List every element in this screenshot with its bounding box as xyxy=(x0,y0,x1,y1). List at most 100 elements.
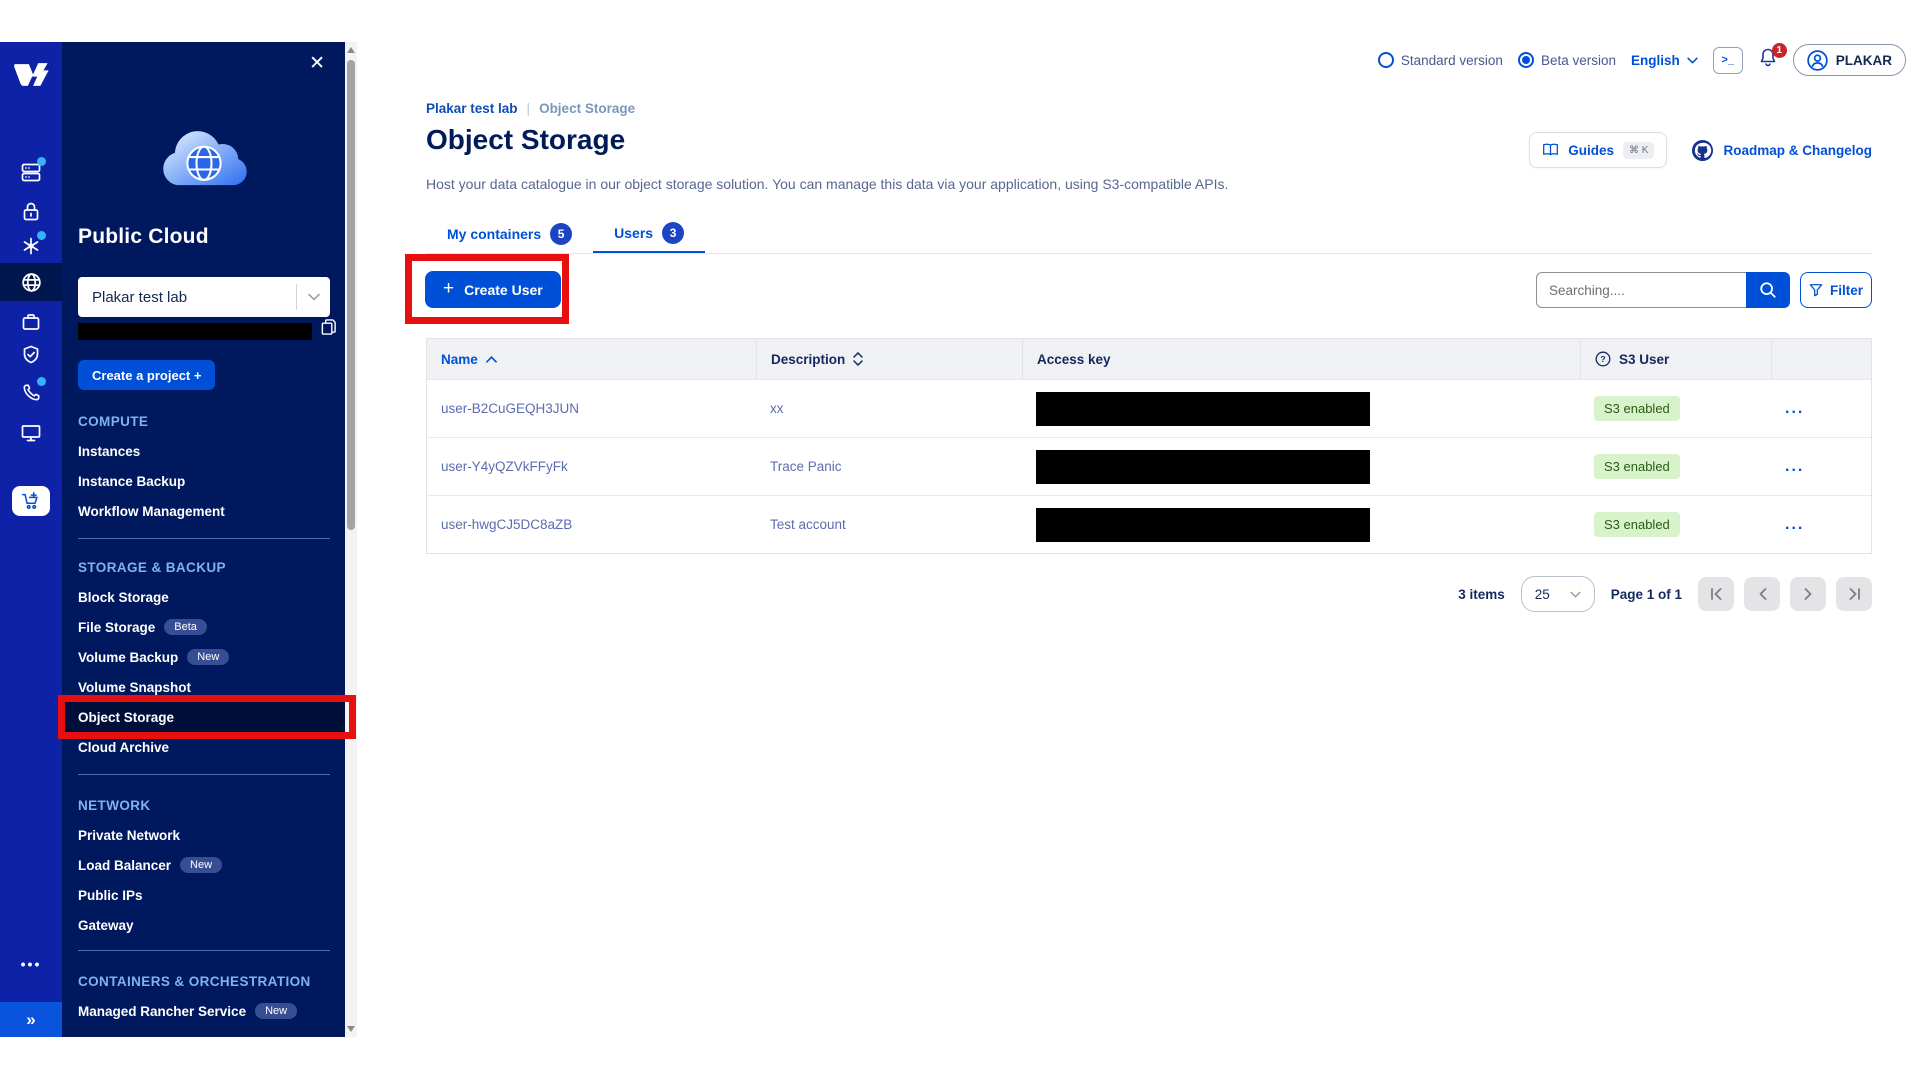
page-size-select[interactable]: 25 xyxy=(1521,576,1595,612)
billing-icon[interactable] xyxy=(0,153,62,191)
create-project-button[interactable]: Create a project + xyxy=(78,360,215,390)
create-user-button[interactable]: + Create User xyxy=(425,271,561,308)
filter-label: Filter xyxy=(1830,283,1863,298)
sidebar-item-gateway[interactable]: Gateway xyxy=(62,910,345,940)
s3-enabled-badge: S3 enabled xyxy=(1594,512,1680,537)
sidebar-item-label: Managed Rancher Service xyxy=(78,1004,246,1019)
sidebar-item-workflow-management[interactable]: Workflow Management xyxy=(62,496,345,526)
language-selector[interactable]: English xyxy=(1631,53,1698,68)
search-button[interactable] xyxy=(1746,272,1790,308)
shield-check-icon[interactable] xyxy=(0,336,62,374)
github-icon xyxy=(1691,139,1714,162)
divider xyxy=(78,538,330,539)
notifications-button[interactable]: 1 xyxy=(1758,47,1778,73)
rail-more-icon[interactable]: ••• xyxy=(0,954,62,974)
monitor-icon[interactable] xyxy=(0,414,62,452)
users-table: Name Description Access key ? S3 User us… xyxy=(426,338,1872,554)
column-header-name[interactable]: Name xyxy=(427,339,756,379)
chevron-left-icon xyxy=(1758,588,1767,600)
beta-version-radio[interactable]: Beta version xyxy=(1518,52,1616,68)
radio-label: Standard version xyxy=(1401,53,1503,68)
sidebar-item-volume-backup[interactable]: Volume BackupNew xyxy=(62,642,345,672)
section-title: NETWORK xyxy=(62,790,345,820)
column-label: Access key xyxy=(1037,352,1111,367)
sidebar-item-private-network[interactable]: Private Network xyxy=(62,820,345,850)
next-page-button[interactable] xyxy=(1790,577,1826,611)
project-selector[interactable]: Plakar test lab xyxy=(78,277,330,317)
tab-label: Users xyxy=(614,225,653,241)
sidebar-close-icon[interactable]: ✕ xyxy=(309,52,325,75)
sidebar-item-load-balancer[interactable]: Load BalancerNew xyxy=(62,850,345,880)
scroll-down-arrow[interactable] xyxy=(347,1026,355,1032)
sidebar-item-label: Workflow Management xyxy=(78,504,225,519)
page-size-value: 25 xyxy=(1535,587,1550,602)
radio-checked-icon xyxy=(1518,52,1534,68)
table-row[interactable]: user-B2CuGEQH3JUN xx S3 enabled ... xyxy=(427,379,1871,437)
sidebar-item-file-storage[interactable]: File StorageBeta xyxy=(62,612,345,642)
search-input[interactable] xyxy=(1536,272,1746,308)
s3-enabled-badge: S3 enabled xyxy=(1594,454,1680,479)
sidebar-scrollbar[interactable] xyxy=(345,42,357,1037)
guides-button[interactable]: Guides ⌘ K xyxy=(1529,132,1667,168)
sort-both-icon xyxy=(853,352,863,366)
column-header-description[interactable]: Description xyxy=(756,339,1022,379)
table-row[interactable]: user-Y4yQZVkFFyFk Trace Panic S3 enabled… xyxy=(427,437,1871,495)
scroll-up-arrow[interactable] xyxy=(347,47,355,53)
new-badge: New xyxy=(187,649,229,665)
sidebar-item-object-storage[interactable]: Object Storage xyxy=(62,702,345,732)
row-actions-menu[interactable]: ... xyxy=(1771,463,1871,471)
prev-page-button[interactable] xyxy=(1744,577,1780,611)
cell-name[interactable]: user-Y4yQZVkFFyFk xyxy=(427,459,756,474)
tab-users[interactable]: Users 3 xyxy=(593,214,705,253)
account-label: PLAKAR xyxy=(1836,53,1892,68)
sidebar-item-label: Volume Snapshot xyxy=(78,680,191,695)
last-page-button[interactable] xyxy=(1836,577,1872,611)
network-hub-icon[interactable] xyxy=(0,227,62,265)
sidebar-item-instance-backup[interactable]: Instance Backup xyxy=(62,466,345,496)
tab-count-badge: 5 xyxy=(550,223,572,245)
project-selector-value: Plakar test lab xyxy=(78,289,296,306)
search-group xyxy=(1536,272,1790,308)
first-page-button[interactable] xyxy=(1698,577,1734,611)
new-badge: New xyxy=(255,1003,297,1019)
last-page-icon xyxy=(1848,588,1861,600)
scrollbar-thumb[interactable] xyxy=(347,60,355,530)
menu-section-network: NETWORK Private Network Load BalancerNew… xyxy=(62,790,345,940)
sidebar-item-managed-rancher[interactable]: Managed Rancher Service New xyxy=(62,996,345,1026)
product-title: Public Cloud xyxy=(78,225,209,249)
phone-support-icon[interactable] xyxy=(0,373,62,411)
sidebar-item-public-ips[interactable]: Public IPs xyxy=(62,880,345,910)
row-actions-menu[interactable]: ... xyxy=(1771,405,1871,413)
cell-name[interactable]: user-B2CuGEQH3JUN xyxy=(427,401,756,416)
tab-my-containers[interactable]: My containers 5 xyxy=(426,214,593,253)
breadcrumb-project-link[interactable]: Plakar test lab xyxy=(426,101,518,116)
column-header-access-key[interactable]: Access key xyxy=(1022,339,1580,379)
standard-version-radio[interactable]: Standard version xyxy=(1378,52,1503,68)
breadcrumb: Plakar test lab | Object Storage xyxy=(426,101,635,116)
cell-name[interactable]: user-hwgCJ5DC8aZB xyxy=(427,517,756,532)
rail-expand-icon[interactable]: » xyxy=(0,1002,62,1037)
sidebar-item-label: Public IPs xyxy=(78,888,143,903)
copy-icon[interactable] xyxy=(320,318,337,341)
cell-description: xx xyxy=(756,401,1022,416)
ovh-logo[interactable] xyxy=(0,50,62,98)
pagination-buttons xyxy=(1698,577,1872,611)
column-header-actions xyxy=(1771,339,1871,379)
menu-section-storage: STORAGE & BACKUP Block Storage File Stor… xyxy=(62,552,345,762)
cell-description: Test account xyxy=(756,517,1022,532)
column-header-s3-user[interactable]: ? S3 User xyxy=(1580,339,1771,379)
terminal-button[interactable]: >_ xyxy=(1713,47,1743,74)
table-row[interactable]: user-hwgCJ5DC8aZB Test account S3 enable… xyxy=(427,495,1871,553)
sidebar-item-volume-snapshot[interactable]: Volume Snapshot xyxy=(62,672,345,702)
account-button[interactable]: PLAKAR xyxy=(1793,44,1906,76)
public-cloud-globe-icon[interactable] xyxy=(0,263,62,301)
row-actions-menu[interactable]: ... xyxy=(1771,521,1871,529)
filter-button[interactable]: Filter xyxy=(1800,272,1872,308)
add-to-cart-button[interactable] xyxy=(12,486,50,516)
sidebar-item-cloud-archive[interactable]: Cloud Archive xyxy=(62,732,345,762)
sidebar-item-instances[interactable]: Instances xyxy=(62,436,345,466)
roadmap-link[interactable]: Roadmap & Changelog xyxy=(1691,139,1872,162)
security-lock-icon[interactable] xyxy=(0,193,62,231)
sidebar-item-block-storage[interactable]: Block Storage xyxy=(62,582,345,612)
search-icon xyxy=(1759,281,1777,299)
